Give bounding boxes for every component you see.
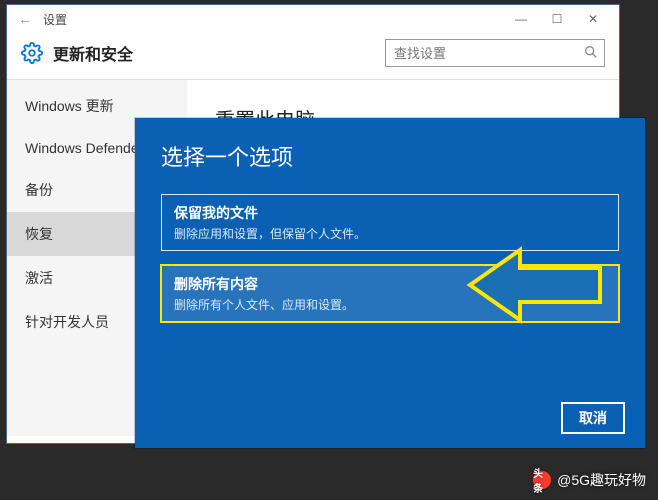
option-title: 保留我的文件: [174, 203, 606, 223]
option-keep-files[interactable]: 保留我的文件 删除应用和设置，但保留个人文件。: [161, 194, 619, 251]
minimize-button[interactable]: —: [503, 7, 539, 31]
option-desc: 删除应用和设置，但保留个人文件。: [174, 225, 606, 242]
header: 更新和安全: [7, 33, 619, 80]
option-remove-everything[interactable]: 删除所有内容 删除所有个人文件、应用和设置。: [161, 265, 619, 322]
search-icon[interactable]: [583, 44, 599, 63]
cancel-button[interactable]: 取消: [561, 402, 625, 434]
search-wrap: [385, 39, 605, 67]
window-title: 设置: [43, 11, 67, 28]
gear-icon: [21, 42, 43, 64]
option-title: 删除所有内容: [174, 274, 606, 294]
modal-title: 选择一个选项: [161, 140, 619, 172]
back-icon[interactable]: ←: [15, 9, 35, 29]
watermark-text: @5G趣玩好物: [557, 470, 646, 490]
page-title: 更新和安全: [53, 41, 133, 65]
watermark: 头条 @5G趣玩好物: [533, 470, 646, 490]
watermark-logo-icon: 头条: [533, 471, 551, 489]
search-input[interactable]: [385, 39, 605, 67]
maximize-button[interactable]: ☐: [539, 7, 575, 31]
option-desc: 删除所有个人文件、应用和设置。: [174, 296, 606, 313]
reset-modal: 选择一个选项 保留我的文件 删除应用和设置，但保留个人文件。 删除所有内容 删除…: [135, 118, 645, 448]
close-button[interactable]: ✕: [575, 7, 611, 31]
titlebar: ← 设置 — ☐ ✕: [7, 5, 619, 33]
